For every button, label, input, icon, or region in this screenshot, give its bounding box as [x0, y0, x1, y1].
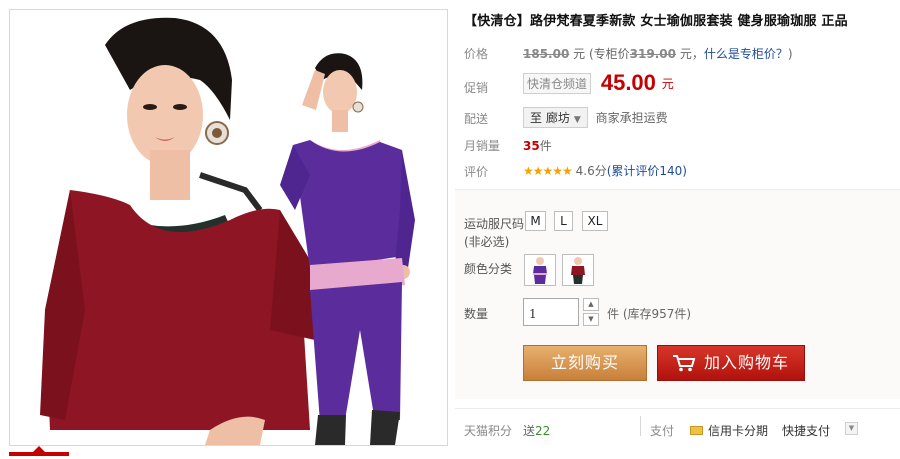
- points-row: 送22: [523, 422, 550, 439]
- color-option-purple[interactable]: [524, 254, 556, 286]
- counter-price-prefix: (专柜价: [588, 47, 630, 61]
- quick-pay-label[interactable]: 快捷支付: [782, 422, 830, 439]
- points-prefix: 送: [523, 424, 536, 438]
- quantity-unit: 件: [607, 307, 620, 321]
- rating-label: 评价: [464, 165, 489, 179]
- counter-price: 319.00: [629, 47, 676, 61]
- footer-bar: [455, 408, 900, 448]
- active-thumbnail-indicator: [9, 452, 69, 456]
- color-option-red[interactable]: [562, 254, 594, 286]
- clearance-channel-tag[interactable]: 快清仓频道: [523, 72, 592, 94]
- shipping-row: 至 廊坊 ▼ 商家承担运费: [523, 107, 668, 128]
- rating-score: 4.6分: [575, 164, 607, 178]
- counter-price-suffix: 元，: [679, 47, 704, 61]
- monthly-sales-unit: 件: [539, 139, 552, 153]
- points-value: 22: [535, 424, 551, 438]
- size-option-m[interactable]: M: [525, 211, 546, 231]
- promo-row: 快清仓频道 45.00 元: [523, 70, 674, 96]
- points-label: 天猫积分: [464, 424, 513, 438]
- color-label: 颜色分类: [464, 262, 513, 276]
- quantity-input[interactable]: 1: [523, 298, 579, 326]
- footer-divider: [640, 416, 641, 436]
- rating-stars-icon: ★★★★★: [523, 164, 573, 178]
- counter-price-help-link[interactable]: 什么是专柜价？: [704, 47, 788, 61]
- rating-row: ★★★★★ 4.6分(累计评价140): [523, 162, 687, 179]
- review-count-link[interactable]: (累计评价140): [607, 164, 687, 178]
- quantity-increase-button[interactable]: ▲: [583, 298, 599, 311]
- installment-label: 信用卡分期: [708, 424, 769, 438]
- promo-label: 促销: [464, 81, 489, 95]
- monthly-sales-label: 月销量: [464, 139, 501, 153]
- quantity-label: 数量: [464, 307, 489, 321]
- product-title: 【快清仓】路伊梵春夏季新款 女士瑜伽服套装 健身服瑜珈服 正品: [464, 14, 848, 29]
- credit-card-icon: [690, 426, 703, 435]
- size-option-xl[interactable]: XL: [582, 211, 608, 231]
- product-main-image[interactable]: [9, 9, 448, 446]
- shipping-destination-select[interactable]: 至 廊坊 ▼: [523, 107, 588, 128]
- red-outfit-swatch-icon: [571, 257, 585, 284]
- promo-price: 45.00: [600, 70, 656, 95]
- original-price: 185.00: [523, 47, 570, 61]
- size-optional-note: (非必选): [464, 235, 510, 249]
- add-to-cart-label: 加入购物车: [704, 353, 790, 372]
- promo-price-unit: 元: [661, 76, 674, 91]
- monthly-sales-count: 35: [523, 139, 540, 153]
- price-row: 185.00 元 (专柜价319.00 元，什么是专柜价？): [523, 45, 793, 62]
- quantity-decrease-button[interactable]: ▼: [583, 313, 599, 326]
- shipping-destination: 至 廊坊: [530, 111, 570, 125]
- payment-dropdown-chevron-down-icon[interactable]: ▼: [845, 422, 858, 435]
- buy-now-button[interactable]: 立刻购买: [523, 345, 647, 381]
- product-photo: [10, 10, 447, 445]
- add-to-cart-button[interactable]: 加入购物车: [657, 345, 805, 381]
- monthly-sales-row: 35件: [523, 137, 552, 154]
- original-price-unit: 元: [573, 47, 586, 61]
- shipping-label: 配送: [464, 112, 489, 126]
- credit-card-installment[interactable]: 信用卡分期: [690, 422, 768, 439]
- close-paren: ): [787, 47, 793, 61]
- price-label: 价格: [464, 47, 489, 61]
- shopping-cart-icon: [673, 355, 696, 372]
- size-label: 运动服尺码: [464, 217, 525, 231]
- payment-label: 支付: [650, 424, 675, 438]
- size-option-l[interactable]: L: [554, 211, 573, 231]
- purple-outfit-swatch-icon: [533, 257, 547, 284]
- chevron-down-icon: ▼: [573, 115, 581, 125]
- stock-info: 件 (库存957件): [607, 305, 691, 322]
- stock-count: (库存957件): [622, 307, 692, 321]
- shipping-note: 商家承担运费: [595, 111, 668, 125]
